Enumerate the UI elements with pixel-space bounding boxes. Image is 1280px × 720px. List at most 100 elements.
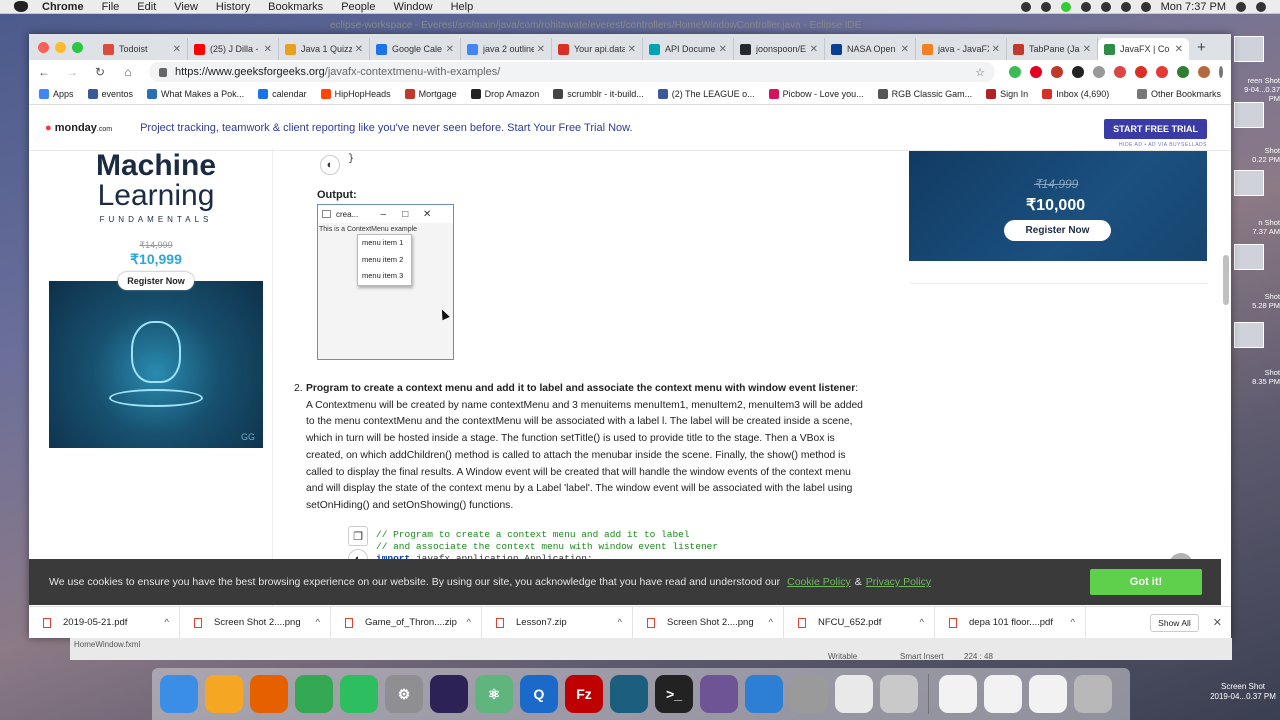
extension-icon[interactable] — [1030, 66, 1042, 78]
bookmark[interactable]: What Makes a Pok... — [147, 89, 244, 99]
dock-trash-icon[interactable] — [1074, 675, 1112, 713]
chevron-up-icon[interactable]: ^ — [1071, 617, 1075, 628]
desktop-file-thumb[interactable] — [1234, 322, 1264, 348]
ad-text[interactable]: Project tracking, teamwork & client repo… — [140, 122, 632, 134]
dock-system-preferences-icon[interactable]: ⚙ — [385, 675, 423, 713]
battery-icon[interactable] — [1140, 1, 1151, 12]
bookmark[interactable]: Picbow - Love you... — [768, 89, 864, 99]
dock-doc-thumb-1-icon[interactable] — [939, 675, 977, 713]
bookmark[interactable]: RGB Classic Gam... — [877, 89, 972, 99]
chevron-up-icon[interactable]: ^ — [618, 617, 622, 628]
app-menu[interactable]: Chrome — [42, 1, 84, 13]
status-icon[interactable] — [1060, 1, 1071, 12]
close-tab-icon[interactable]: ✕ — [173, 44, 181, 55]
menu-window[interactable]: Window — [393, 1, 432, 13]
status-icon[interactable] — [1020, 1, 1031, 12]
bookmark[interactable]: scrumblr - it-build... — [553, 89, 644, 99]
dock-firefox-icon[interactable] — [250, 675, 288, 713]
close-tab-icon[interactable]: ✕ — [810, 44, 818, 55]
close-tab-icon[interactable]: ✕ — [992, 44, 1000, 55]
bookmark[interactable]: (2) The LEAGUE o... — [657, 89, 755, 99]
minimize-window-button[interactable] — [55, 41, 66, 53]
menu-file[interactable]: File — [102, 1, 120, 13]
menu-bookmarks[interactable]: Bookmarks — [268, 1, 323, 13]
bookmark[interactable]: Mortgage — [404, 89, 457, 99]
monday-ad-bar[interactable]: ● monday.com Project tracking, teamwork … — [29, 105, 1231, 151]
new-tab-button[interactable]: + — [1197, 39, 1206, 56]
desktop-file-thumb[interactable] — [1234, 244, 1264, 270]
apple-menu-icon[interactable] — [14, 1, 28, 12]
home-button[interactable]: ⌂ — [121, 65, 135, 79]
close-tab-icon[interactable]: ✕ — [719, 44, 727, 55]
profile-avatar[interactable] — [1198, 66, 1210, 78]
forward-button[interactable]: → — [65, 65, 79, 79]
desktop-file-label[interactable]: Shot 8.35 PM — [1232, 368, 1280, 386]
wifi-icon[interactable] — [1100, 1, 1111, 12]
eclipse-file-tab[interactable]: HomeWindow.fxml — [74, 640, 140, 649]
desktop-file-label[interactable]: Shot 5.28 PM — [1232, 292, 1280, 310]
chevron-up-icon[interactable]: ^ — [920, 617, 924, 628]
desktop-file-label[interactable]: Screen Shot 2019-04...0.37 PM — [1208, 682, 1278, 702]
dock-preview-icon[interactable] — [880, 675, 918, 713]
extension-icon[interactable] — [1072, 66, 1084, 78]
chevron-up-icon[interactable]: ^ — [467, 617, 471, 628]
bookmark[interactable]: HipHopHeads — [320, 89, 391, 99]
extension-icon[interactable] — [1114, 66, 1126, 78]
bookmark[interactable]: eventos — [87, 89, 133, 99]
dock-filezilla-icon[interactable]: Fz — [565, 675, 603, 713]
close-tab-icon[interactable]: ✕ — [355, 44, 363, 55]
dock-messages-icon[interactable] — [205, 675, 243, 713]
extension-icon[interactable] — [1156, 66, 1168, 78]
status-icon[interactable] — [1040, 1, 1051, 12]
dock-doc-thumb-2-icon[interactable] — [984, 675, 1022, 713]
reload-button[interactable]: ↻ — [93, 65, 107, 79]
register-ad[interactable]: ₹14,999 ₹10,000 Register Now — [909, 151, 1207, 261]
desktop-file-thumb[interactable] — [1234, 102, 1264, 128]
dock-archive-utility-icon[interactable] — [790, 675, 828, 713]
notification-center-icon[interactable] — [1256, 1, 1266, 12]
menu-people[interactable]: People — [341, 1, 375, 13]
machine-learning-ad[interactable]: Machine Learning FUNDAMENTALS ₹14,999 ₹1… — [49, 151, 263, 448]
extension-icon[interactable] — [1177, 66, 1189, 78]
dock-chrome-icon[interactable] — [295, 675, 333, 713]
close-tab-icon[interactable]: ✕ — [264, 44, 272, 55]
register-now-button[interactable]: Register Now — [1004, 220, 1111, 241]
dock-textedit-icon[interactable] — [835, 675, 873, 713]
dock-eclipse-icon[interactable] — [430, 675, 468, 713]
cookie-policy-link[interactable]: Cookie Policy — [787, 576, 851, 588]
tab[interactable]: Java 1 Quizz ✕ — [279, 38, 370, 60]
volume-icon[interactable] — [1120, 1, 1131, 12]
desktop-file-thumb[interactable] — [1234, 36, 1264, 62]
close-tab-icon[interactable]: ✕ — [537, 44, 545, 55]
bookmark-star-icon[interactable]: ☆ — [975, 66, 985, 79]
bookmark[interactable]: Drop Amazon — [470, 89, 539, 99]
tab[interactable]: NASA Open ✕ — [825, 38, 916, 60]
dock-github-desktop-icon[interactable] — [700, 675, 738, 713]
tab[interactable]: joonspoon/E ✕ — [734, 38, 825, 60]
dock-evernote-icon[interactable] — [340, 675, 378, 713]
menu-history[interactable]: History — [216, 1, 250, 13]
download-item[interactable]: NFCU_652.pdf ^ — [784, 606, 935, 638]
bookmark[interactable]: Sign In — [986, 89, 1028, 99]
download-item[interactable]: depa 101 floor....pdf ^ — [935, 606, 1086, 638]
bookmark[interactable]: calendar — [258, 89, 307, 99]
extension-icon[interactable] — [1009, 66, 1021, 78]
bookmark[interactable]: Inbox (4,690) — [1042, 89, 1109, 99]
clock[interactable]: Mon 7:37 PM — [1161, 1, 1226, 13]
address-bar[interactable]: https://www.geeksforgeeks.org/javafx-con… — [149, 62, 995, 82]
download-item[interactable]: Lesson7.zip ^ — [482, 606, 633, 638]
tab[interactable]: API Docume ✕ — [643, 38, 734, 60]
dock-mysql-workbench-icon[interactable] — [610, 675, 648, 713]
chevron-up-icon[interactable]: ^ — [316, 617, 320, 628]
hide-ad-link[interactable]: HIDE AD • AD VIA BUYSELLADS — [1119, 142, 1207, 148]
tab[interactable]: JavaFX | Co ✕ — [1098, 38, 1189, 60]
tab[interactable]: Your api.data ✕ — [552, 38, 643, 60]
tab[interactable]: java - JavaFX ✕ — [916, 38, 1007, 60]
dock-doc-thumb-3-icon[interactable] — [1029, 675, 1067, 713]
menu-help[interactable]: Help — [451, 1, 474, 13]
theme-toggle-icon[interactable]: ◐ — [320, 155, 340, 175]
show-all-button[interactable]: Show All — [1150, 613, 1199, 632]
tab[interactable]: TabPane (Ja ✕ — [1007, 38, 1098, 60]
other-bookmarks[interactable]: Other Bookmarks — [1136, 89, 1221, 99]
menu-view[interactable]: View — [174, 1, 198, 13]
